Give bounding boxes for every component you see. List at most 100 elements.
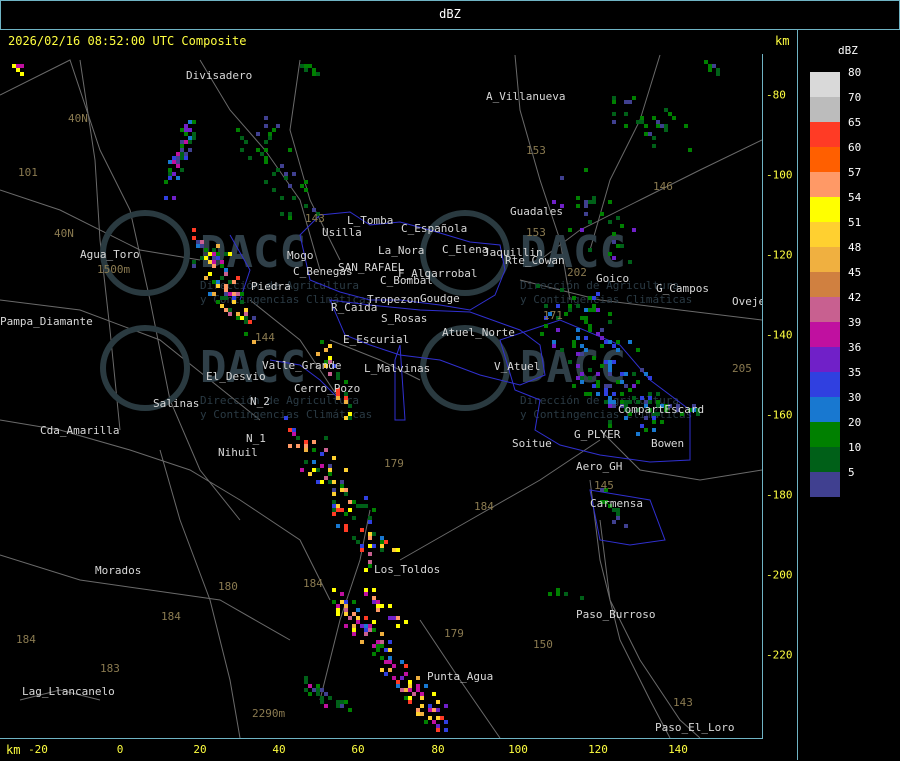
legend-swatch-20 <box>810 422 840 447</box>
place-label: V_Atuel <box>494 360 540 373</box>
km-unit-top: km <box>775 34 790 48</box>
y-tick-label: -200 <box>766 568 793 582</box>
legend-label: 60 <box>848 141 862 154</box>
place-label: Paso_El_Loro <box>655 721 734 734</box>
place-label: Guadales <box>510 205 563 218</box>
legend-swatch-42 <box>810 297 840 322</box>
legend-swatch-51 <box>810 222 840 247</box>
place-label: Agua_Toro <box>80 248 140 261</box>
elevation-label: 184 <box>16 633 36 646</box>
legend-swatch-10 <box>810 447 840 472</box>
place-label: El_Desvio <box>206 370 266 383</box>
place-label: Piedra <box>251 280 291 293</box>
legend-label: 70 <box>848 91 862 104</box>
legend-label: 39 <box>848 316 862 329</box>
elevation-label: 202 <box>567 266 587 279</box>
place-label: Paso_Burroso <box>576 608 655 621</box>
unit-title: dBZ <box>439 7 461 21</box>
place-label: L_Malvinas <box>364 362 430 375</box>
legend-swatch-54 <box>810 197 840 222</box>
place-label: Aero_GH <box>576 460 622 473</box>
x-tick-label: 0 <box>116 743 124 756</box>
elevation-label: 145 <box>594 479 614 492</box>
elevation-label: 184 <box>474 500 494 513</box>
elevation-label: 180 <box>218 580 238 593</box>
place-label: Divisadero <box>186 69 252 82</box>
legend-swatch-30 <box>810 397 840 422</box>
svg-text:Dirección de Agricultura: Dirección de Agricultura <box>200 394 359 407</box>
legend-label: 10 <box>848 441 862 454</box>
place-label: S_Rosas <box>381 312 427 325</box>
place-label: C_Bombal <box>380 274 433 287</box>
place-label: G_Campos <box>656 282 709 295</box>
legend-swatch-39 <box>810 322 840 347</box>
legend-label: 35 <box>848 366 862 379</box>
place-label: CompartEscard <box>618 403 704 416</box>
legend-label: 20 <box>848 416 862 429</box>
place-label: A_Villanueva <box>486 90 565 103</box>
legend-swatch-45 <box>810 272 840 297</box>
y-tick-label: -160 <box>766 408 793 422</box>
place-label: N_1 <box>246 432 266 445</box>
place-label: Rte_Cowan <box>505 254 565 267</box>
x-tick-label: 140 <box>668 743 688 756</box>
place-label: C_Elena <box>442 243 488 256</box>
legend-label: 51 <box>848 216 862 229</box>
legend-unit: dBZ <box>838 44 858 57</box>
elevation-label: 40N <box>68 112 88 125</box>
elevation-label: 2290m <box>252 707 285 720</box>
top-title-bar: dBZ <box>0 0 900 30</box>
legend-swatch-70 <box>810 97 840 122</box>
legend-label: 80 <box>848 66 862 79</box>
place-label: Salinas <box>153 397 199 410</box>
legend-swatch-35 <box>810 372 840 397</box>
place-label: Usilla <box>322 226 362 239</box>
place-label: Goico <box>596 272 629 285</box>
legend-swatch-60 <box>810 147 840 172</box>
legend-label: 65 <box>848 116 862 129</box>
legend-swatch-57 <box>810 172 840 197</box>
elevation-label: 146 <box>653 180 673 193</box>
radar-map[interactable]: DACC Dirección de Agricultura y Contingenc… <box>0 54 763 739</box>
legend-label: 36 <box>848 341 862 354</box>
y-tick-label: -80 <box>766 88 786 102</box>
place-label: Bowen <box>651 437 684 450</box>
timestamp-label: 2026/02/16 08:52:00 UTC Composite <box>8 34 247 48</box>
place-label: La_Nora <box>378 244 424 257</box>
place-label: Soitue <box>512 437 552 450</box>
legend-swatch-36 <box>810 347 840 372</box>
elevation-label: 1500m <box>97 263 130 276</box>
legend-swatch-65 <box>810 122 840 147</box>
km-unit-bottom: km <box>6 743 21 757</box>
place-label: Nihuil <box>218 446 258 459</box>
elevation-label: 150 <box>533 638 553 651</box>
place-label: G_PLYER <box>574 428 621 441</box>
color-scale <box>810 72 840 497</box>
place-label: Tropezon <box>367 293 420 306</box>
legend-swatch-48 <box>810 247 840 272</box>
place-label: Los_Toldos <box>374 563 440 576</box>
place-label: Valle_Grande <box>262 359 341 372</box>
place-label: Morados <box>95 564 141 577</box>
place-label: Cda_Amarilla <box>40 424 119 437</box>
legend-label: 30 <box>848 391 862 404</box>
elevation-label: 153 <box>526 226 546 239</box>
y-tick-label: -220 <box>766 648 793 662</box>
x-tick-label: 100 <box>508 743 528 756</box>
place-label: Atuel_Norte <box>442 326 515 339</box>
legend-label: 42 <box>848 291 862 304</box>
legend-label: 48 <box>848 241 862 254</box>
y-tick-label: -140 <box>766 328 793 342</box>
legend-label: 5 <box>848 466 855 479</box>
elevation-label: 205 <box>732 362 752 375</box>
legend-label: 45 <box>848 266 862 279</box>
radar-map-canvas: DACCDirección de Agriculturay Contingenc… <box>0 54 762 738</box>
x-tick-label: 80 <box>431 743 445 756</box>
y-tick-label: -100 <box>766 168 793 182</box>
elevation-label: 143 <box>673 696 693 709</box>
elevation-label: 179 <box>444 627 464 640</box>
place-label: E_Escurial <box>343 333 409 346</box>
elevation-label: 144 <box>255 331 275 344</box>
elevation-label: 153 <box>526 144 546 157</box>
place-label: Punta_Agua <box>427 670 493 683</box>
